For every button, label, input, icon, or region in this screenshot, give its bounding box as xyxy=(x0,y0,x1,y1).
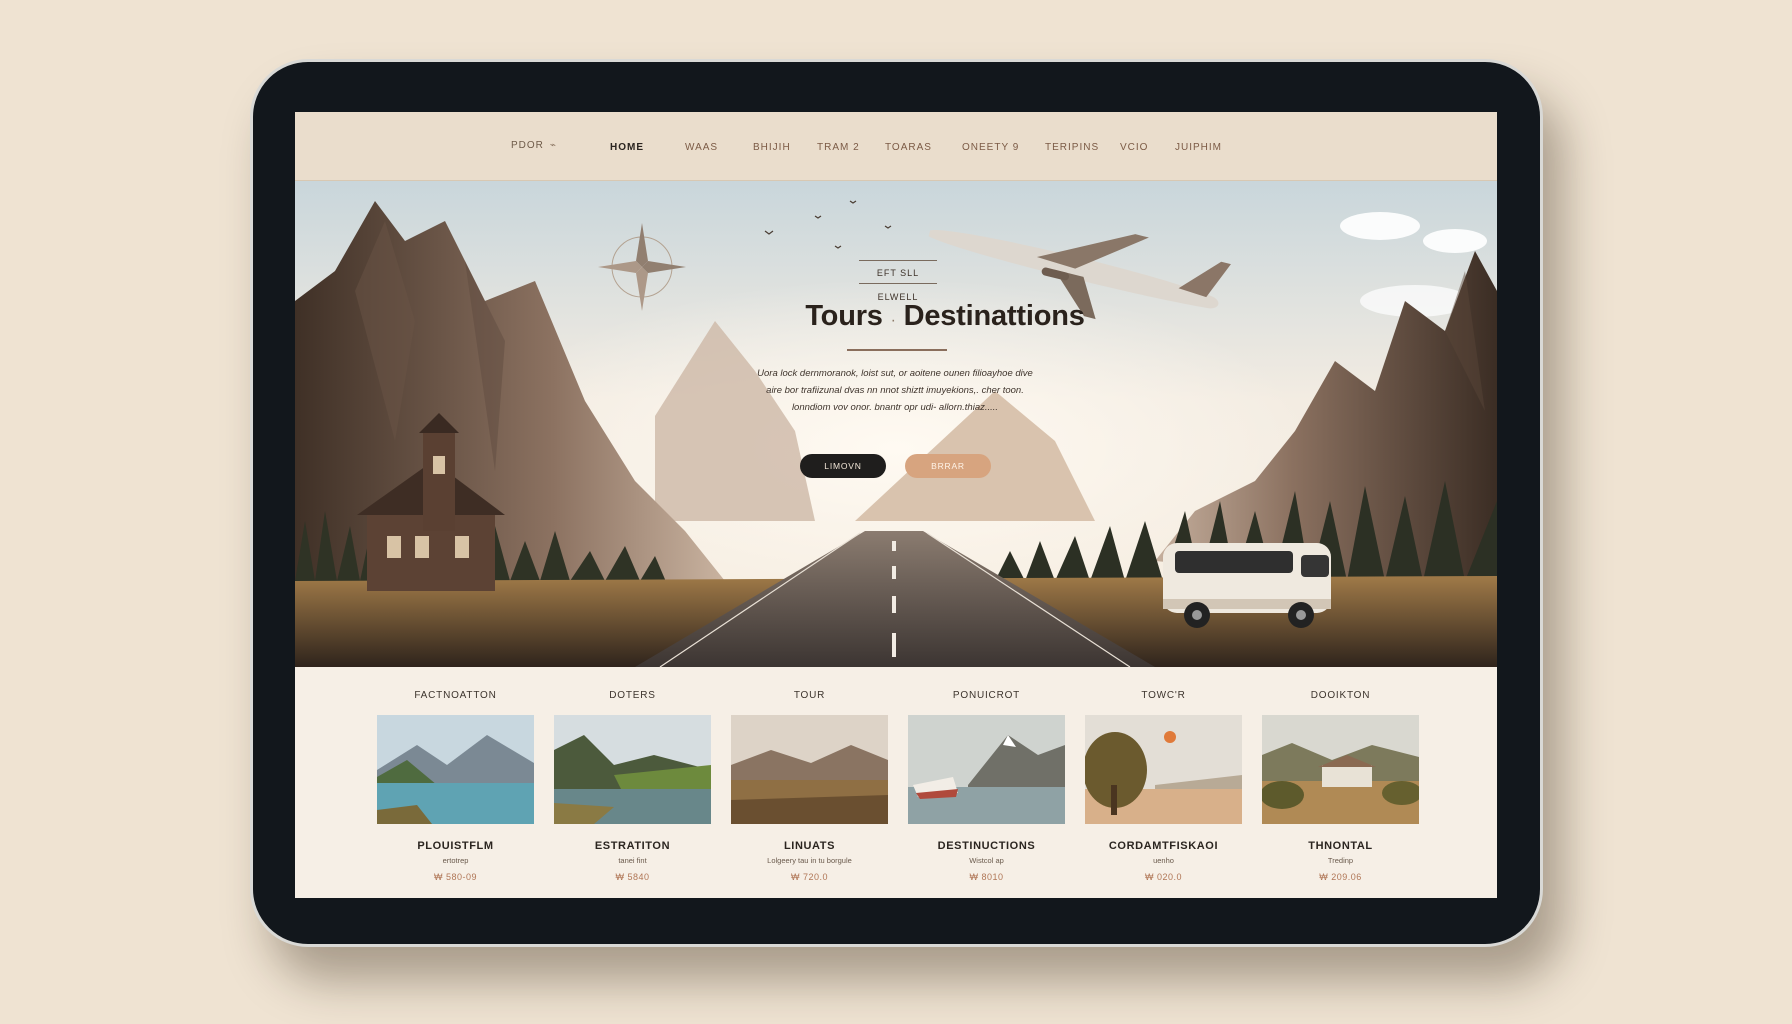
card-title: THNONTAL xyxy=(1308,840,1373,852)
card-title: CORDAMTFISKAOI xyxy=(1108,840,1219,852)
hero-eyebrow: EFT SLL ELWELL xyxy=(859,260,937,302)
card-price: ₩ 580-09 xyxy=(433,872,478,882)
nav-item-3[interactable]: BHIJIH xyxy=(753,142,791,153)
hero-primary-button[interactable]: LIMOVN xyxy=(800,454,886,478)
hero-description: Uora lock dernmoranok, loist sut, or aoi… xyxy=(757,368,1033,413)
card-category: DOOIKTON xyxy=(1310,690,1371,701)
site-logo[interactable]: PDOR ⌁ xyxy=(511,140,557,151)
card-price: ₩ 209.06 xyxy=(1319,872,1362,882)
card-subtitle: Tredinp xyxy=(1327,856,1354,865)
hero-secondary-button[interactable]: BRRAR xyxy=(905,454,991,478)
card-category: TOUR xyxy=(793,690,826,701)
nav-item-2[interactable]: WAAS xyxy=(685,142,718,153)
nav-item-5[interactable]: TOARAS xyxy=(885,142,932,153)
hero-title-part2: Destinattions xyxy=(903,300,1085,332)
card-price: ₩ 020.0 xyxy=(1144,872,1183,882)
hero-title-part1: Tours xyxy=(805,300,883,332)
card-subtitle: Lolgeery tau in tu borgule xyxy=(767,856,852,865)
card-subtitle: tanei fint xyxy=(618,856,647,865)
destination-cards: FACTNOATTON PLOUISTFLM ertotrep ₩ 580-09… xyxy=(295,667,1497,898)
card-image-villa-hills[interactable] xyxy=(1262,715,1419,824)
hero-landscape-illustration xyxy=(295,181,1497,667)
nav-item-4[interactable]: TRAM 2 xyxy=(817,142,860,153)
logo-plane-icon: ⌁ xyxy=(549,140,557,151)
website-screen: PDOR ⌁ HOME WAAS BHIJIH TRAM 2 TOARAS ON… xyxy=(295,112,1497,898)
logo-text: PDOR xyxy=(511,140,544,151)
card-category: FACTNOATTON xyxy=(414,690,497,701)
card-subtitle: Wistcol ap xyxy=(969,856,1004,865)
nav-item-8[interactable]: VCIO xyxy=(1120,142,1148,153)
card-image-tree-desert[interactable] xyxy=(1085,715,1242,824)
card-price: ₩ 8010 xyxy=(969,872,1004,882)
card-image-lake-mountains[interactable] xyxy=(377,715,534,824)
card-category: DOTERS xyxy=(609,690,656,701)
nav-item-6[interactable]: ONEETY 9 xyxy=(962,142,1019,153)
card-image-plains-hills[interactable] xyxy=(731,715,888,824)
card-subtitle: ertotrep xyxy=(442,856,469,865)
card-title: PLOUISTFLM xyxy=(417,840,494,852)
nav-item-home[interactable]: HOME xyxy=(610,142,644,153)
hero-title-separator: · xyxy=(890,312,896,329)
top-navigation: PDOR ⌁ HOME WAAS BHIJIH TRAM 2 TOARAS ON… xyxy=(295,112,1497,181)
nav-item-7[interactable]: TERIPINS xyxy=(1045,142,1099,153)
card-price: ₩ 5840 xyxy=(615,872,650,882)
card-title: ESTRATITON xyxy=(594,840,671,852)
card-image-boat-fjord[interactable] xyxy=(908,715,1065,824)
card-price: ₩ 720.0 xyxy=(790,872,829,882)
hero-banner: EFT SLL ELWELL Tours · Destinattions Uor… xyxy=(295,181,1497,667)
hero-title: Tours · Destinattions xyxy=(695,300,1195,333)
card-title: LINUATS xyxy=(783,840,836,852)
card-subtitle: uenho xyxy=(1153,856,1174,865)
card-category: TOWC'R xyxy=(1141,690,1186,701)
nav-item-9[interactable]: JUIPHIM xyxy=(1175,142,1222,153)
card-title: DESTINUCTIONS xyxy=(937,840,1036,852)
card-category: PONUICROT xyxy=(952,690,1021,701)
hero-divider xyxy=(847,349,947,351)
card-image-river-valley[interactable] xyxy=(554,715,711,824)
